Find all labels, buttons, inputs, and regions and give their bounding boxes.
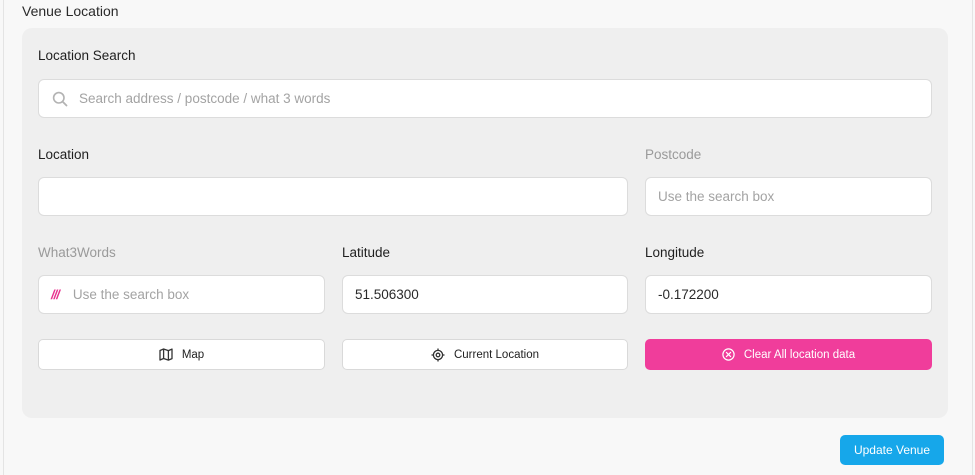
current-location-button[interactable]: Current Location (342, 339, 628, 370)
venue-location-card: Venue Location Location Search Search ad… (3, 0, 973, 475)
location-field[interactable] (38, 177, 628, 216)
latitude-value: 51.506300 (355, 287, 419, 302)
what3words-icon: /// (51, 287, 60, 302)
map-icon (159, 348, 173, 361)
location-panel: Location Search Search address / postcod… (22, 28, 948, 418)
location-label: Location (38, 147, 90, 162)
search-placeholder: Search address / postcode / what 3 words (79, 91, 331, 106)
search-label: Location Search (38, 48, 136, 63)
what3words-field[interactable]: /// Use the search box (38, 275, 325, 314)
map-button[interactable]: Map (38, 339, 325, 370)
postcode-label: Postcode (645, 147, 702, 162)
longitude-field[interactable]: -0.172200 (645, 275, 932, 314)
what3words-placeholder: Use the search box (72, 287, 190, 302)
clear-location-button-label: Clear All location data (743, 348, 856, 361)
clear-location-button[interactable]: Clear All location data (645, 339, 932, 370)
update-venue-button[interactable]: Update Venue (840, 435, 944, 465)
latitude-field[interactable]: 51.506300 (342, 275, 628, 314)
longitude-label: Longitude (645, 245, 705, 260)
crosshair-icon (431, 348, 445, 362)
postcode-field[interactable]: Use the search box (645, 177, 932, 216)
latitude-label: Latitude (342, 245, 391, 260)
section-title: Venue Location (22, 3, 119, 19)
what3words-label: What3Words (38, 245, 116, 260)
search-icon (51, 90, 68, 107)
close-circle-icon (722, 348, 735, 361)
search-input[interactable]: Search address / postcode / what 3 words (38, 79, 932, 118)
postcode-placeholder: Use the search box (658, 189, 775, 204)
map-button-label: Map (181, 348, 205, 361)
current-location-button-label: Current Location (453, 348, 540, 361)
longitude-value: -0.172200 (658, 287, 719, 302)
